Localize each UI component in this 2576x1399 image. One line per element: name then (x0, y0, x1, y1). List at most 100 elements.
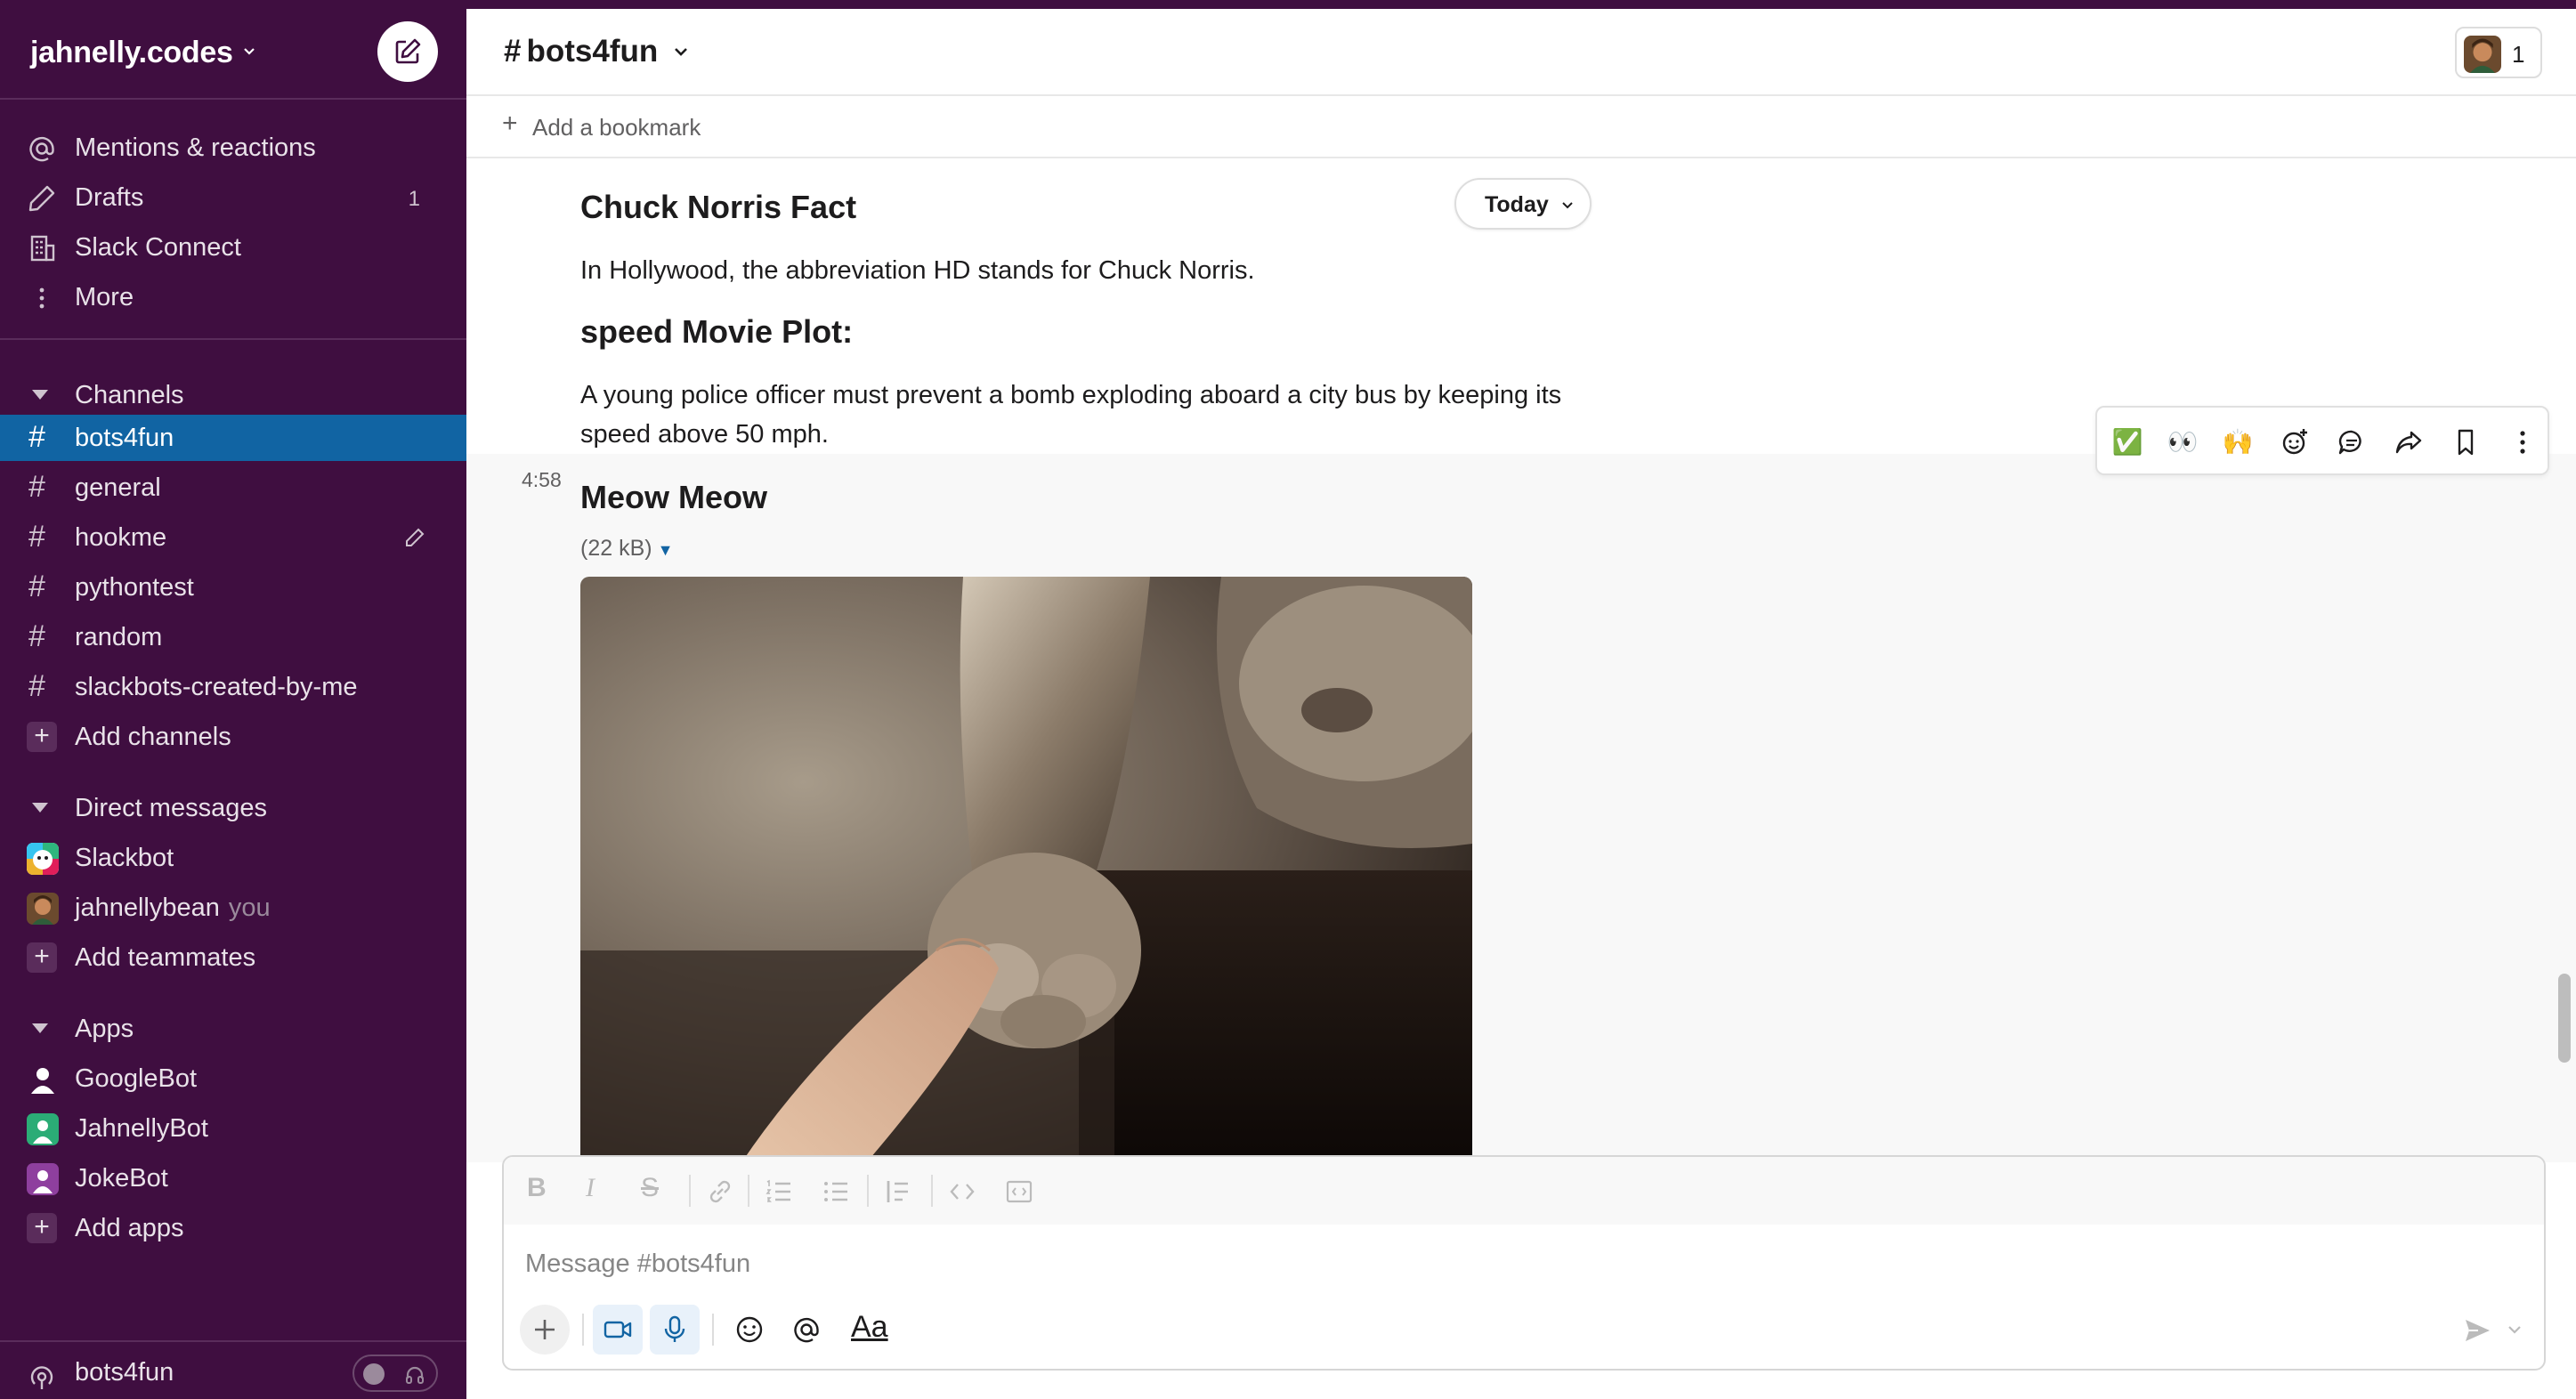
bulleted-list-icon[interactable] (821, 1177, 851, 1207)
mention-button[interactable] (782, 1305, 831, 1355)
channels-section-header[interactable]: Channels (0, 372, 466, 418)
huddle-toggle[interactable] (352, 1355, 438, 1392)
sidebar-item-googlebot[interactable]: GoogleBot (0, 1055, 466, 1102)
add-apps-button[interactable]: + Add apps (0, 1205, 466, 1251)
plus-icon (535, 1320, 555, 1339)
channel-title-button[interactable]: # bots4fun (504, 34, 658, 69)
apps-section-header[interactable]: Apps (0, 1006, 466, 1052)
chuck-norris-heading: Chuck Norris Fact (580, 189, 857, 225)
chevron-down-icon[interactable] (673, 46, 689, 59)
caret-down-icon[interactable] (32, 803, 48, 813)
code-icon[interactable] (947, 1177, 977, 1207)
code-block-icon[interactable] (1004, 1177, 1034, 1207)
message-actions-toolbar: ✅ 👀 🙌 (2095, 406, 2549, 475)
bold-icon[interactable]: B (527, 1173, 547, 1203)
plus-icon: + (27, 1213, 57, 1243)
huddle-icon (30, 1366, 53, 1389)
sidebar-item-more[interactable]: More (0, 274, 466, 320)
bot-avatar-icon (27, 1113, 59, 1145)
sidebar-item-slackbot[interactable]: Slackbot (0, 835, 466, 881)
send-icon[interactable] (2462, 1315, 2492, 1346)
toolbar-separator (712, 1314, 714, 1346)
add-channels-label: Add channels (75, 723, 231, 751)
ordered-list-icon[interactable] (764, 1177, 794, 1207)
toolbar-separator (748, 1175, 749, 1207)
headphones-icon (406, 1366, 424, 1384)
sidebar-item-bots4fun[interactable]: # bots4fun (0, 415, 466, 461)
message-timestamp[interactable]: 4:58 (522, 468, 562, 492)
meow-heading: Meow Meow (580, 479, 768, 515)
drafts-count-badge: 1 (408, 187, 420, 211)
channel-label: hookme (75, 523, 167, 552)
video-camera-icon (603, 1321, 632, 1338)
save-message-button[interactable] (2448, 425, 2483, 460)
date-divider-button[interactable]: Today (1454, 178, 1592, 230)
workspace-name[interactable]: jahnelly.codes (30, 36, 233, 70)
you-label: you (228, 894, 271, 922)
add-teammates-button[interactable]: + Add teammates (0, 934, 466, 981)
chevron-down-icon[interactable] (242, 44, 256, 59)
members-button[interactable]: 1 (2455, 27, 2542, 78)
hash-icon: # (28, 420, 45, 454)
caret-down-icon[interactable] (32, 1023, 48, 1033)
at-icon (794, 1317, 819, 1343)
eyes-reaction-button[interactable]: 👀 (2165, 425, 2200, 460)
caret-down-icon: ▼ (657, 541, 674, 559)
sidebar-item-hookme[interactable]: # hookme (0, 514, 466, 561)
chevron-down-icon (1562, 202, 1573, 209)
scrollbar-thumb[interactable] (2558, 974, 2571, 1063)
movie-plot-text-line2: speed above 50 mph. (580, 420, 829, 449)
huddle-bar[interactable]: bots4fun (0, 1340, 466, 1399)
emoji-icon (736, 1316, 763, 1343)
message-composer[interactable]: B I S Message #bots4fun Aa (502, 1155, 2546, 1371)
strikethrough-icon[interactable]: S (641, 1173, 659, 1203)
sidebar-item-slackbots-created-by-me[interactable]: # slackbots-created-by-me (0, 664, 466, 710)
dms-section-header[interactable]: Direct messages (0, 785, 466, 831)
sidebar-item-slack-connect[interactable]: Slack Connect (0, 224, 466, 271)
cat-paw-image[interactable] (580, 577, 1472, 1162)
record-audio-button[interactable] (650, 1305, 700, 1355)
add-reaction-button[interactable] (2277, 425, 2313, 460)
sidebar-item-general[interactable]: # general (0, 465, 466, 511)
link-icon[interactable] (705, 1177, 735, 1207)
raised-hands-reaction-button[interactable]: 🙌 (2220, 425, 2256, 460)
add-bookmark-button[interactable]: + Add a bookmark (466, 96, 2576, 158)
sidebar-item-jahnellybean[interactable]: jahnellybean you (0, 885, 466, 931)
new-message-button[interactable] (377, 21, 438, 82)
sidebar-item-jahnellybot[interactable]: JahnellyBot (0, 1105, 466, 1152)
reply-in-thread-button[interactable] (2334, 425, 2369, 460)
add-channels-button[interactable]: + Add channels (0, 714, 466, 760)
sidebar-item-label: Slack Connect (75, 233, 241, 262)
share-message-button[interactable] (2391, 425, 2426, 460)
check-mark-reaction-button[interactable]: ✅ (2110, 425, 2145, 460)
toolbar-separator (931, 1175, 933, 1207)
hash-icon: # (28, 570, 45, 603)
huddle-channel-label: bots4fun (75, 1358, 174, 1387)
message-list[interactable]: Chuck Norris Fact In Hollywood, the abbr… (466, 158, 2576, 1162)
sidebar-item-pythontest[interactable]: # pythontest (0, 564, 466, 611)
channel-label: slackbots-created-by-me (75, 673, 358, 701)
sidebar-item-drafts[interactable]: Drafts 1 (0, 174, 466, 221)
channel-view: # bots4fun 1 + Add a bookmark Chuck Norri… (466, 9, 2576, 1399)
sidebar-item-random[interactable]: # random (0, 614, 466, 660)
formatting-toggle-button[interactable]: Aa (851, 1310, 888, 1345)
more-vertical-icon (39, 287, 45, 309)
sidebar-item-mentions[interactable]: Mentions & reactions (0, 125, 466, 171)
blockquote-icon[interactable] (883, 1177, 913, 1207)
workspace-header[interactable]: jahnelly.codes (0, 9, 466, 100)
user-avatar (27, 893, 59, 925)
toolbar-separator (582, 1314, 584, 1346)
member-avatar (2464, 36, 2501, 73)
forward-icon (2395, 431, 2422, 454)
file-size-toggle[interactable]: (22 kB) ▼ (580, 536, 673, 562)
sidebar-item-jokebot[interactable]: JokeBot (0, 1155, 466, 1201)
message-input[interactable]: Message #bots4fun (525, 1249, 750, 1279)
at-icon (29, 136, 54, 162)
attach-button[interactable] (520, 1305, 570, 1355)
record-video-button[interactable] (593, 1305, 643, 1355)
emoji-button[interactable] (725, 1305, 774, 1355)
schedule-send-chevron-icon[interactable] (2507, 1324, 2523, 1337)
italic-icon[interactable]: I (586, 1173, 595, 1203)
more-actions-button[interactable] (2505, 425, 2540, 460)
caret-down-icon[interactable] (32, 390, 48, 400)
